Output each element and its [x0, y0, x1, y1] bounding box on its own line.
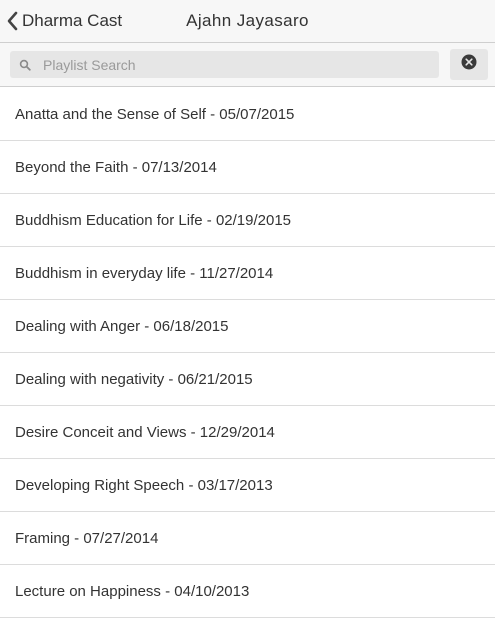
playlist-item-label: Dealing with Anger - 06/18/2015 [15, 317, 229, 335]
playlist-item-label: Lecture on Happiness - 04/10/2013 [15, 582, 250, 600]
playlist-item[interactable]: Lecture on Happiness - 04/10/2013 [0, 565, 495, 618]
playlist-item-label: Anatta and the Sense of Self - 05/07/201… [15, 105, 295, 123]
playlist-item[interactable]: Developing Right Speech - 03/17/2013 [0, 459, 495, 512]
search-bar [0, 43, 495, 87]
playlist-item-label: Desire Conceit and Views - 12/29/2014 [15, 423, 275, 441]
playlist-item-label: Beyond the Faith - 07/13/2014 [15, 158, 217, 176]
close-circle-icon [461, 54, 477, 75]
search-icon [19, 59, 31, 71]
playlist-item[interactable]: Dealing with negativity - 06/21/2015 [0, 353, 495, 406]
playlist-item-label: Buddhism Education for Life - 02/19/2015 [15, 211, 292, 229]
chevron-left-icon [6, 11, 18, 31]
app-window: Dharma Cast Ajahn Jayasaro Playlist Sear… [0, 0, 495, 620]
playlist-item[interactable]: Beyond the Faith - 07/13/2014 [0, 141, 495, 194]
back-button-label: Dharma Cast [22, 11, 123, 30]
clear-search-button[interactable] [450, 49, 488, 80]
playlist-item[interactable]: Buddhism Education for Life - 02/19/2015 [0, 194, 495, 247]
playlist-item[interactable]: Anatta and the Sense of Self - 05/07/201… [0, 88, 495, 141]
back-button[interactable]: Dharma Cast [6, 8, 122, 34]
playlist-item[interactable]: Buddhism in everyday life - 11/27/2014 [0, 247, 495, 300]
playlist-item[interactable]: Dealing with Anger - 06/18/2015 [0, 300, 495, 353]
playlist-item-label: Buddhism in everyday life - 11/27/2014 [15, 264, 274, 282]
header-bar: Dharma Cast Ajahn Jayasaro [0, 0, 495, 43]
playlist-item-label: Framing - 07/27/2014 [15, 529, 159, 547]
search-input[interactable] [43, 51, 423, 78]
playlist-item-label: Developing Right Speech - 03/17/2013 [15, 476, 273, 494]
playlist-item[interactable]: Desire Conceit and Views - 12/29/2014 [0, 406, 495, 459]
search-field[interactable] [10, 51, 439, 78]
playlist: Anatta and the Sense of Self - 05/07/201… [0, 88, 495, 618]
playlist-item-label: Dealing with negativity - 06/21/2015 [15, 370, 253, 388]
playlist-item[interactable]: Framing - 07/27/2014 [0, 512, 495, 565]
